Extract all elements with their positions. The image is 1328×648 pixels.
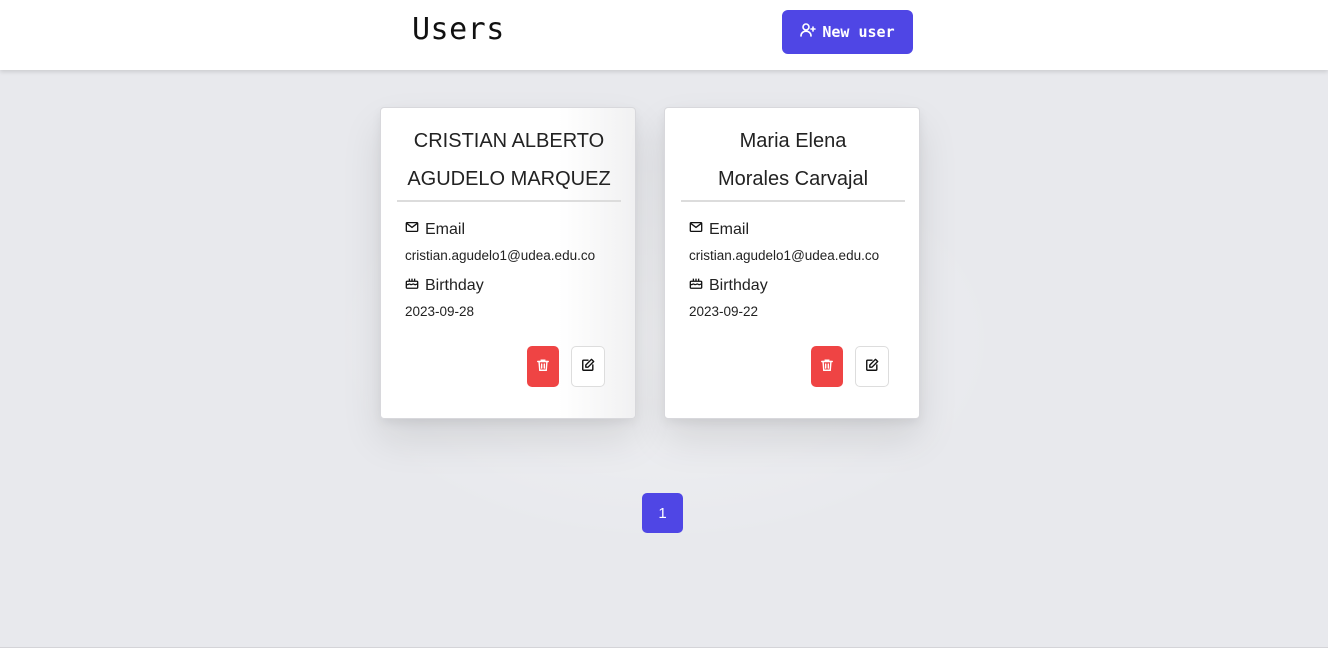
email-label: Email <box>689 220 749 239</box>
delete-user-button[interactable] <box>527 346 559 387</box>
user-card: Maria Elena Morales Carvajal Email crist… <box>664 107 920 419</box>
new-user-label: New user <box>822 23 895 41</box>
email-label: Email <box>405 220 465 239</box>
email-value: cristian.agudelo1@udea.edu.co <box>689 248 880 263</box>
birthday-label: Birthday <box>689 276 768 295</box>
edit-user-button[interactable] <box>855 346 889 387</box>
birthday-label-text: Birthday <box>709 276 768 294</box>
top-bar: Users New user <box>0 0 1328 70</box>
users-main: CRISTIAN ALBERTO AGUDELO MARQUEZ Email c… <box>0 70 1328 647</box>
edit-icon <box>865 358 879 375</box>
delete-user-button[interactable] <box>811 346 843 387</box>
email-value: cristian.agudelo1@udea.edu.co <box>405 248 596 263</box>
edit-user-button[interactable] <box>571 346 605 387</box>
email-label-text: Email <box>709 220 750 238</box>
birthday-value: 2023-09-28 <box>405 304 475 319</box>
page-title: Users <box>412 12 505 47</box>
cake-icon <box>689 276 703 295</box>
user-name-line: CRISTIAN ALBERTO <box>413 130 605 152</box>
trash-icon <box>820 358 834 375</box>
card-divider <box>681 200 905 202</box>
user-name: Maria Elena Morales Carvajal <box>681 122 905 198</box>
cake-icon <box>405 276 419 295</box>
user-name: CRISTIAN ALBERTO AGUDELO MARQUEZ <box>397 122 621 198</box>
user-name-line: AGUDELO MARQUEZ <box>407 168 611 190</box>
trash-icon <box>536 358 550 375</box>
user-name-line: Morales Carvajal <box>717 168 869 190</box>
birthday-label: Birthday <box>405 276 484 295</box>
user-card: CRISTIAN ALBERTO AGUDELO MARQUEZ Email c… <box>380 107 636 419</box>
email-label-text: Email <box>425 220 466 238</box>
edit-icon <box>581 358 595 375</box>
user-name-line: Maria Elena <box>739 130 847 152</box>
new-user-button[interactable]: New user <box>782 10 913 54</box>
card-divider <box>397 200 621 202</box>
mail-icon <box>405 220 419 239</box>
birthday-value: 2023-09-22 <box>689 304 759 319</box>
pagination-page-1[interactable]: 1 <box>642 493 683 533</box>
birthday-label-text: Birthday <box>425 276 484 294</box>
mail-icon <box>689 220 703 239</box>
user-plus-icon <box>800 22 817 42</box>
